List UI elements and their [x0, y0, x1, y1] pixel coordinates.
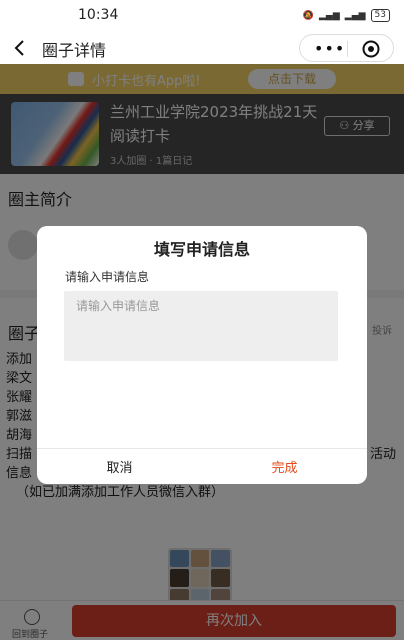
- dialog-footer: 取消 完成: [37, 448, 367, 484]
- close-target-icon[interactable]: [362, 40, 380, 58]
- more-options-icon[interactable]: •••: [314, 41, 345, 57]
- battery-icon: 53: [370, 9, 390, 22]
- application-info-input[interactable]: [64, 291, 338, 361]
- dialog-field-label: 请输入申请信息: [65, 270, 150, 284]
- application-dialog: 填写申请信息 请输入申请信息 取消 完成: [37, 226, 367, 484]
- signal-icon: ▂▄▆: [319, 10, 340, 21]
- cancel-button[interactable]: 取消: [37, 457, 202, 476]
- status-bar: 10:34 🔕 ▂▄▆ ▂▄▆ 53: [0, 0, 404, 32]
- dialog-title: 填写申请信息: [153, 240, 250, 259]
- page-title: 圈子详情: [42, 41, 107, 60]
- signal-icon-2: ▂▄▆: [344, 10, 366, 21]
- navigation-bar: 圈子详情 •••: [0, 32, 404, 64]
- mini-program-capsule: •••: [299, 34, 394, 62]
- capsule-divider: [347, 41, 348, 57]
- status-icons: 🔕 ▂▄▆ ▂▄▆ 53: [303, 9, 390, 22]
- status-time: 10:34: [78, 7, 119, 23]
- confirm-button[interactable]: 完成: [202, 457, 367, 476]
- mute-icon: 🔕: [302, 10, 315, 21]
- back-arrow-icon[interactable]: [10, 36, 30, 60]
